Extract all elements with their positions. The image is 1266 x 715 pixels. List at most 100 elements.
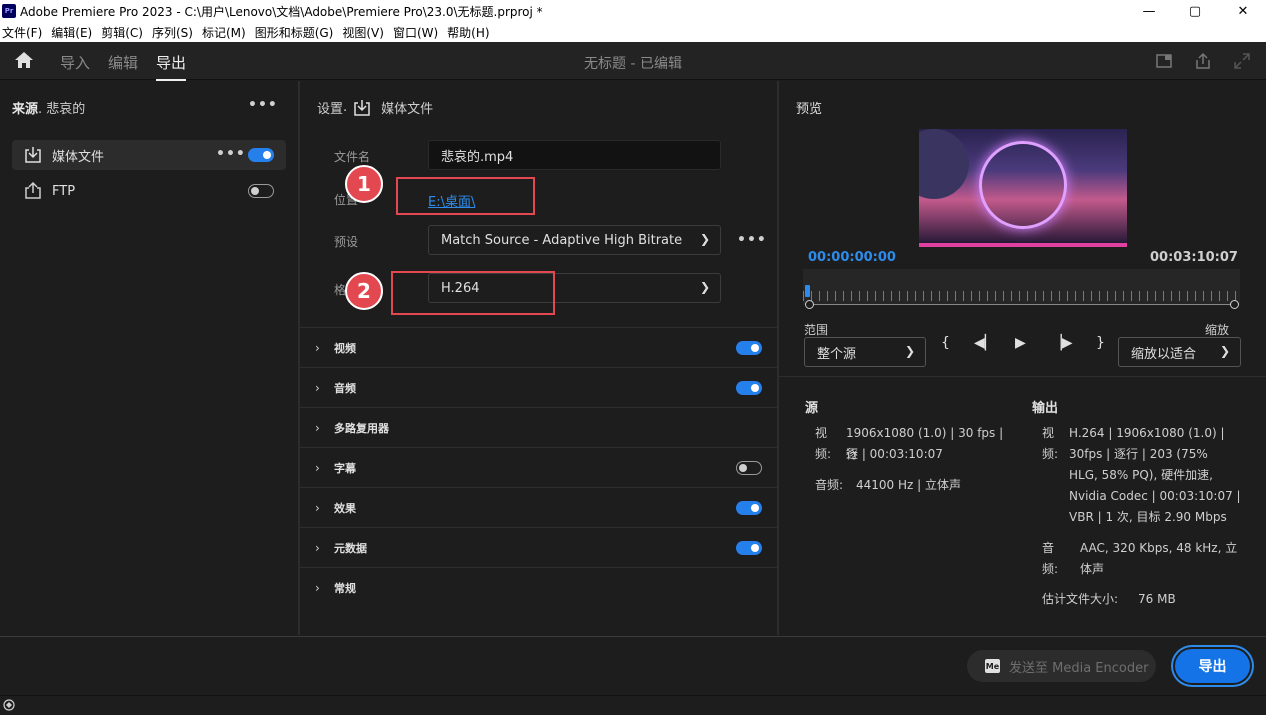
- export-button[interactable]: 导出: [1175, 649, 1250, 683]
- settings-separator: .: [343, 100, 348, 115]
- section-video[interactable]: › 视频: [300, 327, 777, 367]
- section-effects[interactable]: › 效果: [300, 487, 777, 527]
- chevron-right-icon: ›: [315, 540, 320, 555]
- window-title: Adobe Premiere Pro 2023 - C:\用户\Lenovo\文…: [20, 4, 543, 19]
- zoom-scroll-track: [809, 304, 1233, 305]
- preset-select[interactable]: Match Source - Adaptive High Bitrate ❯: [428, 225, 721, 255]
- section-label: 字幕: [334, 461, 356, 475]
- zoom-select[interactable]: 缩放以适合 ❯: [1118, 337, 1241, 367]
- maximize-button[interactable]: ▢: [1172, 0, 1218, 22]
- settings-target: 媒体文件: [381, 102, 434, 117]
- preview-label: 预览: [796, 102, 823, 117]
- send-to-media-encoder-button[interactable]: Me 发送至 Media Encoder: [967, 650, 1156, 682]
- output-video-line-1: H.264 | 1906x1080 (1.0) |: [1069, 426, 1225, 440]
- status-icon: [3, 699, 15, 711]
- output-audio-line-2: 体声: [1080, 562, 1105, 576]
- output-video-key: 视频:: [1042, 426, 1059, 461]
- share-button[interactable]: [1194, 52, 1212, 70]
- quick-export-button[interactable]: [1155, 52, 1173, 70]
- output-info-label: 输出: [1032, 401, 1059, 416]
- output-size-info: 估计文件大小: 76 MB: [1042, 589, 1242, 611]
- preset-value: Match Source - Adaptive High Bitrate: [441, 232, 683, 248]
- video-toggle[interactable]: [736, 341, 762, 355]
- send-label: 发送至 Media Encoder: [1009, 660, 1149, 676]
- minimize-button[interactable]: —: [1126, 0, 1172, 22]
- section-label: 多路复用器: [334, 421, 389, 435]
- zoom-label: 缩放: [1205, 323, 1230, 337]
- timeline-ticks: [803, 291, 1236, 301]
- source-video-info: 视频: 1906x1080 (1.0) | 30 fps | 逐 行 | 00:…: [815, 423, 1005, 467]
- mark-in-button[interactable]: {: [941, 335, 950, 351]
- menu-sequence[interactable]: 序列(S): [152, 24, 193, 41]
- annotation-badge-2: 2: [345, 272, 383, 310]
- menu-markers[interactable]: 标记(M): [202, 24, 246, 41]
- preset-label: 预设: [334, 235, 359, 249]
- annotation-box-format: [391, 271, 555, 315]
- metadata-toggle[interactable]: [736, 541, 762, 555]
- premiere-app-icon: Pr: [2, 4, 16, 18]
- source-info-label: 源: [805, 401, 819, 416]
- ftp-toggle[interactable]: [248, 184, 274, 198]
- source-audio-info: 音频: 44100 Hz | 立体声: [815, 475, 1005, 497]
- step-back-icon[interactable]: ◀▏: [974, 335, 996, 351]
- step-forward-icon[interactable]: ▕▶: [1051, 335, 1073, 351]
- section-multiplexer[interactable]: › 多路复用器: [300, 407, 777, 447]
- close-window-button[interactable]: ✕: [1220, 0, 1266, 22]
- source-name: 悲哀的: [46, 102, 86, 117]
- source-item-media-file[interactable]: 媒体文件 •••: [12, 140, 286, 170]
- preset-more-icon[interactable]: •••: [737, 232, 767, 248]
- menu-help[interactable]: 帮助(H): [447, 24, 489, 41]
- preview-panel: 预览 00:00:00:00 00:03:10:07 范围 整个源 ❯ { ◀▏…: [779, 81, 1266, 635]
- thumbnail-ring: [979, 141, 1067, 229]
- section-metadata[interactable]: › 元数据: [300, 527, 777, 567]
- source-header: 来源. 悲哀的: [12, 98, 85, 117]
- export-footer: Me 发送至 Media Encoder 导出: [0, 636, 1266, 695]
- timecode-start[interactable]: 00:00:00:00: [808, 250, 896, 265]
- captions-toggle[interactable]: [736, 461, 762, 475]
- section-audio[interactable]: › 音频: [300, 367, 777, 407]
- thumbnail-bar: [919, 243, 1127, 247]
- media-file-toggle[interactable]: [248, 148, 274, 162]
- audio-toggle[interactable]: [736, 381, 762, 395]
- menu-window[interactable]: 窗口(W): [393, 24, 438, 41]
- zoom-scroll-start-handle[interactable]: [805, 300, 814, 309]
- chevron-down-icon: ❯: [904, 344, 915, 358]
- menu-file[interactable]: 文件(F): [2, 24, 42, 41]
- media-file-more-icon[interactable]: •••: [216, 146, 246, 162]
- source-more-icon[interactable]: •••: [248, 97, 278, 113]
- playhead[interactable]: [805, 285, 810, 297]
- settings-header: 设置. 媒体文件: [317, 98, 433, 117]
- zoom-scroll-end-handle[interactable]: [1230, 300, 1239, 309]
- section-label: 常规: [334, 581, 356, 595]
- menu-edit[interactable]: 编辑(E): [51, 24, 92, 41]
- source-panel: 来源. 悲哀的 ••• 媒体文件 ••• FTP: [0, 81, 298, 635]
- menu-graphics[interactable]: 图形和标题(G): [255, 24, 334, 41]
- section-captions[interactable]: › 字幕: [300, 447, 777, 487]
- filename-label: 文件名: [334, 150, 371, 164]
- file-size-value: 76 MB: [1138, 592, 1176, 606]
- source-item-ftp[interactable]: FTP: [12, 176, 286, 206]
- info-divider: [779, 376, 1266, 377]
- share-icon: [1196, 52, 1210, 69]
- chevron-down-icon: ❯: [1219, 344, 1230, 358]
- effects-toggle[interactable]: [736, 501, 762, 515]
- source-item-label: FTP: [52, 183, 76, 199]
- output-audio-info: 音频: AAC, 320 Kbps, 48 kHz, 立 体声: [1042, 538, 1242, 582]
- range-select[interactable]: 整个源 ❯: [804, 337, 926, 367]
- preview-thumbnail: [919, 129, 1127, 247]
- zoom-value: 缩放以适合: [1131, 346, 1197, 362]
- play-icon[interactable]: ▶: [1015, 335, 1026, 351]
- menu-clip[interactable]: 剪辑(C): [101, 24, 143, 41]
- menu-view[interactable]: 视图(V): [342, 24, 384, 41]
- filename-field[interactable]: 悲哀的.mp4: [428, 140, 721, 170]
- chevron-right-icon: ›: [315, 340, 320, 355]
- range-label: 范围: [804, 323, 829, 337]
- fullscreen-button[interactable]: [1233, 52, 1251, 70]
- chevron-down-icon: ❯: [699, 232, 710, 246]
- close-icon: ✕: [1237, 3, 1249, 19]
- timecode-end: 00:03:10:07: [1150, 250, 1238, 265]
- section-general[interactable]: › 常规: [300, 567, 777, 607]
- mark-out-button[interactable]: }: [1096, 335, 1105, 351]
- source-label: 来源: [12, 102, 39, 117]
- chevron-right-icon: ›: [315, 380, 320, 395]
